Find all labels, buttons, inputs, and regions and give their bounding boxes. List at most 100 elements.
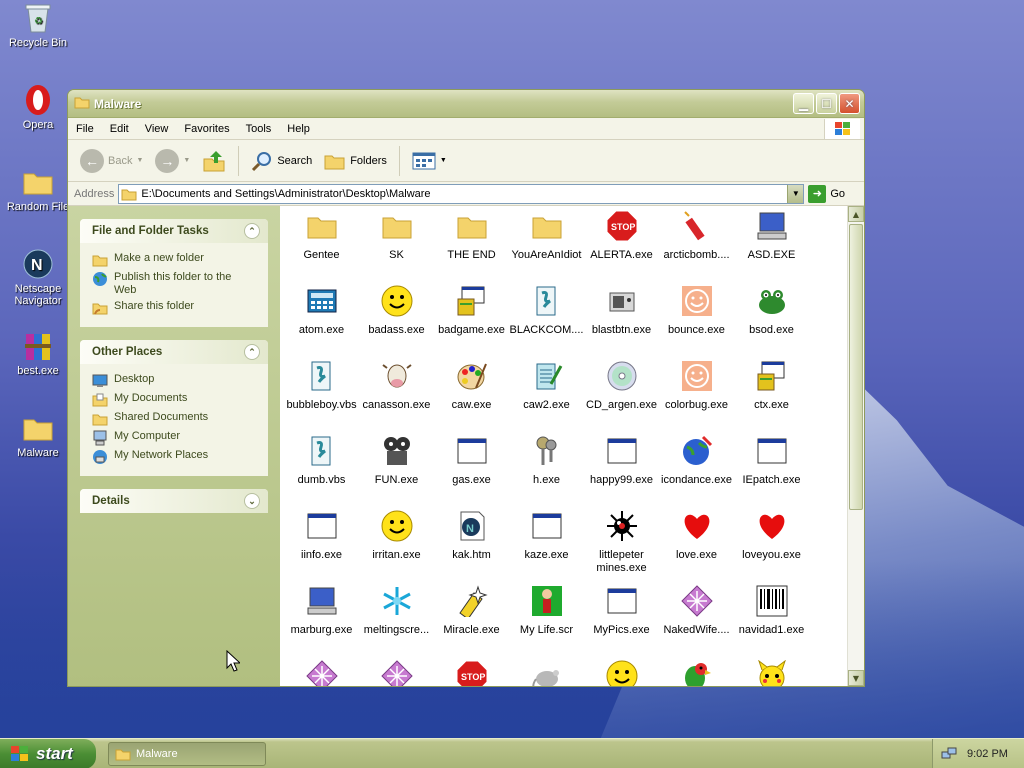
forward-button[interactable]: → ▼ [151, 147, 194, 175]
file-item[interactable]: colorbug.exe [659, 358, 734, 433]
file-item[interactable]: ctx.exe [734, 358, 809, 433]
file-item[interactable] [284, 658, 359, 686]
views-button[interactable]: ▼ [408, 149, 451, 173]
file-item[interactable]: ASD.EXE [734, 208, 809, 283]
explorer-window[interactable]: Malware ▁ ☐ ✕ File Edit View Favorites T… [67, 89, 865, 687]
file-item[interactable]: loveyou.exe [734, 508, 809, 583]
file-item[interactable]: bubbleboy.vbs [284, 358, 359, 433]
file-folder-tasks-header[interactable]: File and Folder Tasks ⌃ [80, 219, 268, 243]
file-item[interactable]: STOP [434, 658, 509, 686]
desktop-icon-netscape[interactable]: N Netscape Navigator [0, 248, 76, 307]
title-bar[interactable]: Malware ▁ ☐ ✕ [68, 90, 864, 118]
folders-button[interactable]: Folders [320, 149, 391, 173]
file-item[interactable]: atom.exe [284, 283, 359, 358]
file-item[interactable]: Miracle.exe [434, 583, 509, 658]
scroll-thumb[interactable] [849, 224, 863, 510]
file-item[interactable]: Nkak.htm [434, 508, 509, 583]
place-shared-documents-link[interactable]: Shared Documents [92, 411, 256, 427]
place-desktop-link[interactable]: Desktop [92, 373, 256, 389]
file-item[interactable]: badgame.exe [434, 283, 509, 358]
share-folder-link[interactable]: Share this folder [92, 300, 256, 316]
minimize-button[interactable]: ▁ [793, 93, 814, 114]
file-item[interactable]: THE END [434, 208, 509, 283]
file-item[interactable] [359, 658, 434, 686]
file-item[interactable]: littlepeter mines.exe [584, 508, 659, 583]
scroll-down-button[interactable]: ▼ [848, 670, 864, 686]
file-item[interactable] [659, 658, 734, 686]
menu-help[interactable]: Help [279, 123, 318, 135]
file-item[interactable]: kaze.exe [509, 508, 584, 583]
diamond-icon [305, 660, 338, 686]
file-item[interactable]: irritan.exe [359, 508, 434, 583]
desktop-icon-best-exe[interactable]: best.exe [0, 330, 76, 377]
file-item[interactable]: dumb.vbs [284, 433, 359, 508]
details-header[interactable]: Details ⌄ [80, 489, 268, 513]
file-item[interactable]: h.exe [509, 433, 584, 508]
file-item[interactable]: IEpatch.exe [734, 433, 809, 508]
file-item[interactable]: gas.exe [434, 433, 509, 508]
file-item[interactable]: Gentee [284, 208, 359, 283]
menu-favorites[interactable]: Favorites [176, 123, 237, 135]
file-item[interactable]: MyPics.exe [584, 583, 659, 658]
file-item[interactable]: caw.exe [434, 358, 509, 433]
menu-tools[interactable]: Tools [238, 123, 280, 135]
scroll-up-button[interactable]: ▲ [848, 206, 864, 222]
other-places-header[interactable]: Other Places ⌃ [80, 340, 268, 364]
place-my-computer-link[interactable]: My Computer [92, 430, 256, 446]
menu-file[interactable]: File [68, 123, 102, 135]
address-dropdown-button[interactable]: ▼ [787, 184, 804, 203]
close-button[interactable]: ✕ [839, 93, 860, 114]
file-item[interactable]: arcticbomb.... [659, 208, 734, 283]
file-item[interactable]: iinfo.exe [284, 508, 359, 583]
file-item[interactable]: love.exe [659, 508, 734, 583]
file-item[interactable]: NakedWife.... [659, 583, 734, 658]
desktop-icon-random-file[interactable]: Random File [0, 166, 76, 213]
file-item[interactable]: blastbtn.exe [584, 283, 659, 358]
start-button[interactable]: start [0, 739, 96, 768]
file-item[interactable]: BLACKCOM.... [509, 283, 584, 358]
menu-edit[interactable]: Edit [102, 123, 137, 135]
menu-view[interactable]: View [137, 123, 177, 135]
go-button[interactable]: ➜ Go [808, 184, 845, 203]
publish-folder-link[interactable]: Publish this folder to the Web [92, 271, 256, 297]
file-item[interactable]: caw2.exe [509, 358, 584, 433]
place-my-network-places-link[interactable]: My Network Places [92, 449, 256, 465]
file-item[interactable] [734, 658, 809, 686]
file-item[interactable]: icondance.exe [659, 433, 734, 508]
file-item[interactable]: badass.exe [359, 283, 434, 358]
clock[interactable]: 9:02 PM [967, 748, 1008, 760]
file-item[interactable] [509, 658, 584, 686]
file-item[interactable]: happy99.exe [584, 433, 659, 508]
desktop-icon-recycle-bin[interactable]: ♻ Recycle Bin [0, 2, 76, 49]
collapse-icon[interactable]: ⌃ [244, 344, 260, 360]
file-item[interactable]: YouAreAnIdiot [509, 208, 584, 283]
collapse-icon[interactable]: ⌃ [244, 223, 260, 239]
file-item[interactable]: STOP ALERTA.exe [584, 208, 659, 283]
file-item[interactable]: marburg.exe [284, 583, 359, 658]
place-my-documents-link[interactable]: My Documents [92, 392, 256, 408]
file-item[interactable]: CD_argen.exe [584, 358, 659, 433]
file-item[interactable]: canasson.exe [359, 358, 434, 433]
network-tray-icon[interactable] [941, 746, 957, 762]
desktop-icon-opera[interactable]: Opera [0, 84, 76, 131]
expand-icon[interactable]: ⌄ [244, 493, 260, 509]
file-item[interactable]: FUN.exe [359, 433, 434, 508]
back-button[interactable]: ← Back ▼ [76, 147, 147, 175]
up-folder-button[interactable] [198, 147, 230, 175]
vertical-scrollbar[interactable]: ▲ ▼ [847, 206, 864, 686]
file-item[interactable] [584, 658, 659, 686]
file-item[interactable]: meltingscre... [359, 583, 434, 658]
file-item[interactable]: My Life.scr [509, 583, 584, 658]
file-item[interactable]: SK [359, 208, 434, 283]
desktop-icon-malware[interactable]: Malware [0, 412, 76, 459]
taskbar-item-malware[interactable]: Malware [108, 742, 266, 766]
file-item[interactable]: bounce.exe [659, 283, 734, 358]
address-field[interactable]: E:\Documents and Settings\Administrator\… [118, 183, 805, 204]
file-view[interactable]: Gentee SK THE END YouAreAnIdiot STOP ALERTA.e… [280, 206, 864, 686]
make-new-folder-link[interactable]: Make a new folder [92, 252, 256, 268]
file-item[interactable]: bsod.exe [734, 283, 809, 358]
file-item[interactable]: navidad1.exe [734, 583, 809, 658]
file-name: happy99.exe [590, 474, 653, 486]
maximize-button[interactable]: ☐ [816, 93, 837, 114]
search-button[interactable]: Search [247, 148, 316, 174]
